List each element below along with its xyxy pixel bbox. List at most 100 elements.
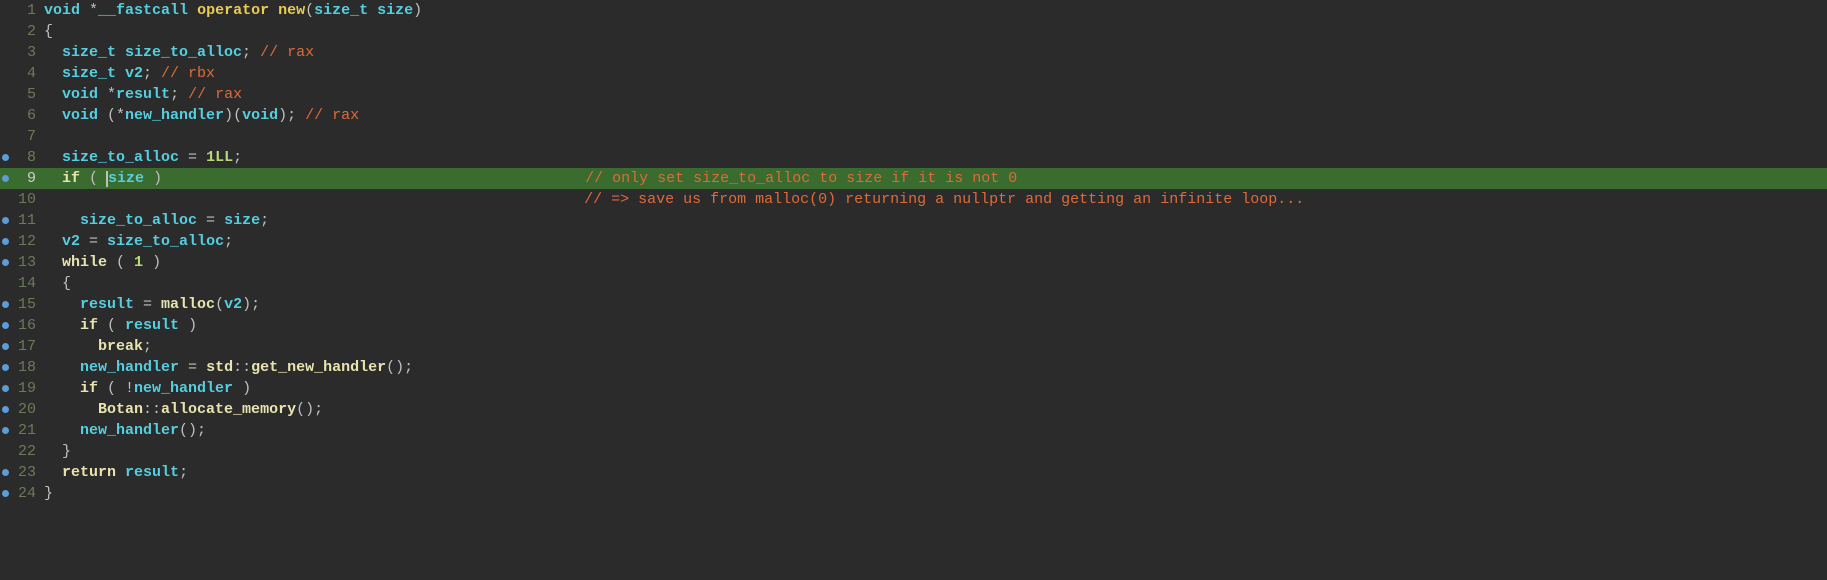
- code-token: [44, 233, 62, 250]
- breakpoint-gutter[interactable]: [0, 21, 10, 42]
- code-content[interactable]: // => save us from malloc(0) returning a…: [40, 189, 1827, 210]
- code-line[interactable]: 24}: [0, 483, 1827, 504]
- code-content[interactable]: }: [40, 483, 1827, 504]
- breakpoint-dot-icon: [2, 154, 9, 161]
- breakpoint-gutter[interactable]: [0, 462, 10, 483]
- code-line[interactable]: 11 size_to_alloc = size;: [0, 210, 1827, 231]
- breakpoint-gutter[interactable]: [0, 147, 10, 168]
- code-token: while: [62, 254, 107, 271]
- code-line[interactable]: 10 // => save us from malloc(0) returnin…: [0, 189, 1827, 210]
- breakpoint-gutter[interactable]: [0, 126, 10, 147]
- breakpoint-gutter[interactable]: [0, 252, 10, 273]
- code-line[interactable]: 2{: [0, 21, 1827, 42]
- code-content[interactable]: void (*new_handler)(void); // rax: [40, 105, 1827, 126]
- breakpoint-gutter[interactable]: [0, 273, 10, 294]
- code-content[interactable]: [40, 126, 1827, 147]
- code-token: [44, 401, 98, 418]
- code-content[interactable]: result = malloc(v2);: [40, 294, 1827, 315]
- breakpoint-gutter[interactable]: [0, 399, 10, 420]
- code-content[interactable]: }: [40, 441, 1827, 462]
- code-content[interactable]: void *result; // rax: [40, 84, 1827, 105]
- code-token: size: [108, 170, 144, 187]
- code-token: result: [116, 86, 170, 103]
- code-token: allocate_memory: [161, 401, 296, 418]
- code-token: (: [305, 2, 314, 19]
- code-editor[interactable]: 1void *__fastcall operator new(size_t si…: [0, 0, 1827, 504]
- code-token: [116, 464, 125, 481]
- code-line[interactable]: 17 break;: [0, 336, 1827, 357]
- code-line[interactable]: 6 void (*new_handler)(void); // rax: [0, 105, 1827, 126]
- code-token: [44, 107, 62, 124]
- breakpoint-gutter[interactable]: [0, 315, 10, 336]
- code-content[interactable]: {: [40, 21, 1827, 42]
- code-content[interactable]: v2 = size_to_alloc;: [40, 231, 1827, 252]
- breakpoint-gutter[interactable]: [0, 483, 10, 504]
- breakpoint-gutter[interactable]: [0, 336, 10, 357]
- line-number: 5: [10, 84, 40, 105]
- code-line[interactable]: 15 result = malloc(v2);: [0, 294, 1827, 315]
- code-content[interactable]: return result;: [40, 462, 1827, 483]
- code-token: }: [44, 443, 71, 460]
- code-content[interactable]: size_to_alloc = size;: [40, 210, 1827, 231]
- code-token: void: [242, 107, 278, 124]
- code-line[interactable]: 13 while ( 1 ): [0, 252, 1827, 273]
- code-line[interactable]: 22 }: [0, 441, 1827, 462]
- code-line[interactable]: 16 if ( result ): [0, 315, 1827, 336]
- code-content[interactable]: if ( result ): [40, 315, 1827, 336]
- code-token: if: [80, 380, 98, 397]
- code-content[interactable]: new_handler();: [40, 420, 1827, 441]
- code-content[interactable]: void *__fastcall operator new(size_t siz…: [40, 0, 1827, 21]
- line-number: 18: [10, 357, 40, 378]
- code-line[interactable]: 7: [0, 126, 1827, 147]
- code-token: [44, 254, 62, 271]
- breakpoint-gutter[interactable]: [0, 189, 10, 210]
- breakpoint-gutter[interactable]: [0, 420, 10, 441]
- breakpoint-gutter[interactable]: [0, 168, 10, 189]
- code-content[interactable]: Botan::allocate_memory();: [40, 399, 1827, 420]
- code-line[interactable]: 14 {: [0, 273, 1827, 294]
- code-line[interactable]: 18 new_handler = std::get_new_handler();: [0, 357, 1827, 378]
- breakpoint-gutter[interactable]: [0, 357, 10, 378]
- code-line[interactable]: 19 if ( !new_handler ): [0, 378, 1827, 399]
- code-content[interactable]: size_t v2; // rbx: [40, 63, 1827, 84]
- code-token: void: [44, 2, 80, 19]
- code-token: =: [80, 233, 107, 250]
- code-content[interactable]: {: [40, 273, 1827, 294]
- code-line[interactable]: 12 v2 = size_to_alloc;: [0, 231, 1827, 252]
- code-line[interactable]: 5 void *result; // rax: [0, 84, 1827, 105]
- breakpoint-gutter[interactable]: [0, 210, 10, 231]
- code-content[interactable]: new_handler = std::get_new_handler();: [40, 357, 1827, 378]
- line-number: 24: [10, 483, 40, 504]
- breakpoint-dot-icon: [2, 238, 9, 245]
- breakpoint-gutter[interactable]: [0, 294, 10, 315]
- code-line[interactable]: 21 new_handler();: [0, 420, 1827, 441]
- code-content[interactable]: if ( !new_handler ): [40, 378, 1827, 399]
- breakpoint-gutter[interactable]: [0, 42, 10, 63]
- code-line[interactable]: 23 return result;: [0, 462, 1827, 483]
- code-line[interactable]: 20 Botan::allocate_memory();: [0, 399, 1827, 420]
- code-line[interactable]: 4 size_t v2; // rbx: [0, 63, 1827, 84]
- code-content[interactable]: while ( 1 ): [40, 252, 1827, 273]
- code-content[interactable]: break;: [40, 336, 1827, 357]
- breakpoint-gutter[interactable]: [0, 84, 10, 105]
- code-line[interactable]: 1void *__fastcall operator new(size_t si…: [0, 0, 1827, 21]
- breakpoint-gutter[interactable]: [0, 63, 10, 84]
- breakpoint-gutter[interactable]: [0, 231, 10, 252]
- breakpoint-gutter[interactable]: [0, 378, 10, 399]
- code-token: [44, 380, 80, 397]
- code-line[interactable]: 8 size_to_alloc = 1LL;: [0, 147, 1827, 168]
- code-token: ): [143, 254, 161, 271]
- code-token: =: [179, 149, 206, 166]
- code-token: result: [125, 317, 179, 334]
- breakpoint-gutter[interactable]: [0, 441, 10, 462]
- code-token: *: [80, 2, 98, 19]
- breakpoint-dot-icon: [2, 259, 9, 266]
- code-line[interactable]: 3 size_t size_to_alloc; // rax: [0, 42, 1827, 63]
- code-content[interactable]: if ( size ) // only set size_to_alloc to…: [40, 168, 1827, 189]
- code-content[interactable]: size_t size_to_alloc; // rax: [40, 42, 1827, 63]
- breakpoint-gutter[interactable]: [0, 105, 10, 126]
- code-content[interactable]: size_to_alloc = 1LL;: [40, 147, 1827, 168]
- breakpoint-gutter[interactable]: [0, 0, 10, 21]
- code-line[interactable]: 9 if ( size ) // only set size_to_alloc …: [0, 168, 1827, 189]
- code-token: ::: [143, 401, 161, 418]
